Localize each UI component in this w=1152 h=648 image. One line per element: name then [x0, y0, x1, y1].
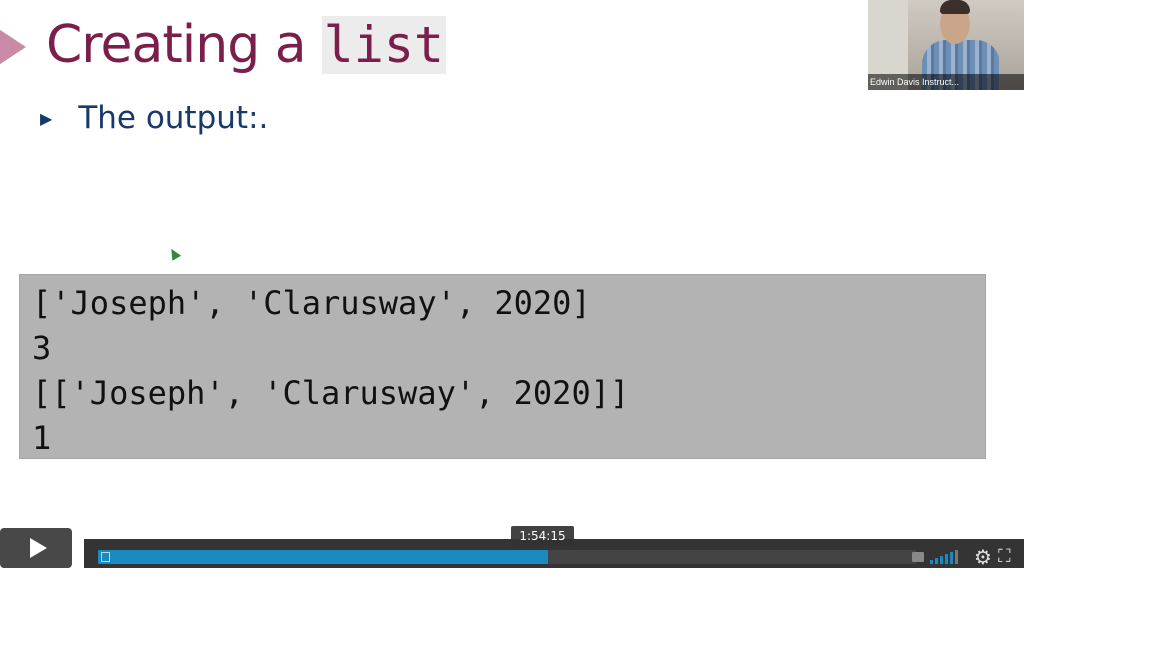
mouse-cursor-icon: [166, 246, 182, 261]
settings-gear-icon[interactable]: ⚙: [974, 547, 992, 567]
output-line: ['Joseph', 'Clarusway', 2020]: [32, 284, 591, 322]
play-button[interactable]: [0, 528, 72, 568]
output-line: 3: [32, 329, 52, 367]
slide-title-text: Creating a: [46, 15, 307, 75]
video-player-controls: 1:54:15 ⚙ ⛶: [0, 526, 1024, 568]
volume-icon[interactable]: [930, 550, 958, 564]
captions-icon[interactable]: [912, 552, 924, 562]
bullet-item: ▶ The output:.: [40, 100, 268, 136]
webcam-name-label: Edwin Davis Instruct...: [868, 74, 1024, 90]
bullet-arrow-icon: ▶: [40, 108, 53, 128]
chapter-marker-icon: [101, 552, 110, 562]
slide-title-code: list: [321, 16, 447, 74]
slide: Creating a list ▶ The output:. ['Joseph'…: [0, 0, 1024, 568]
control-icons: ⚙ ⛶: [912, 547, 1011, 567]
code-output-block: ['Joseph', 'Clarusway', 2020] 3 [['Josep…: [19, 274, 986, 459]
slide-title: Creating a list: [46, 10, 447, 80]
progress-fill: [98, 550, 548, 564]
webcam-thumbnail[interactable]: Edwin Davis Instruct...: [868, 0, 1024, 90]
bullet-text: The output:.: [78, 100, 269, 136]
output-line: 1: [32, 419, 52, 457]
play-icon: [29, 538, 47, 558]
presenter-hair: [940, 0, 970, 14]
progress-track[interactable]: [98, 550, 916, 564]
hover-time-tooltip: 1:54:15: [511, 526, 574, 546]
fullscreen-icon[interactable]: ⛶: [998, 548, 1011, 566]
title-marker-shape: [0, 22, 26, 72]
output-line: [['Joseph', 'Clarusway', 2020]]: [32, 374, 630, 412]
